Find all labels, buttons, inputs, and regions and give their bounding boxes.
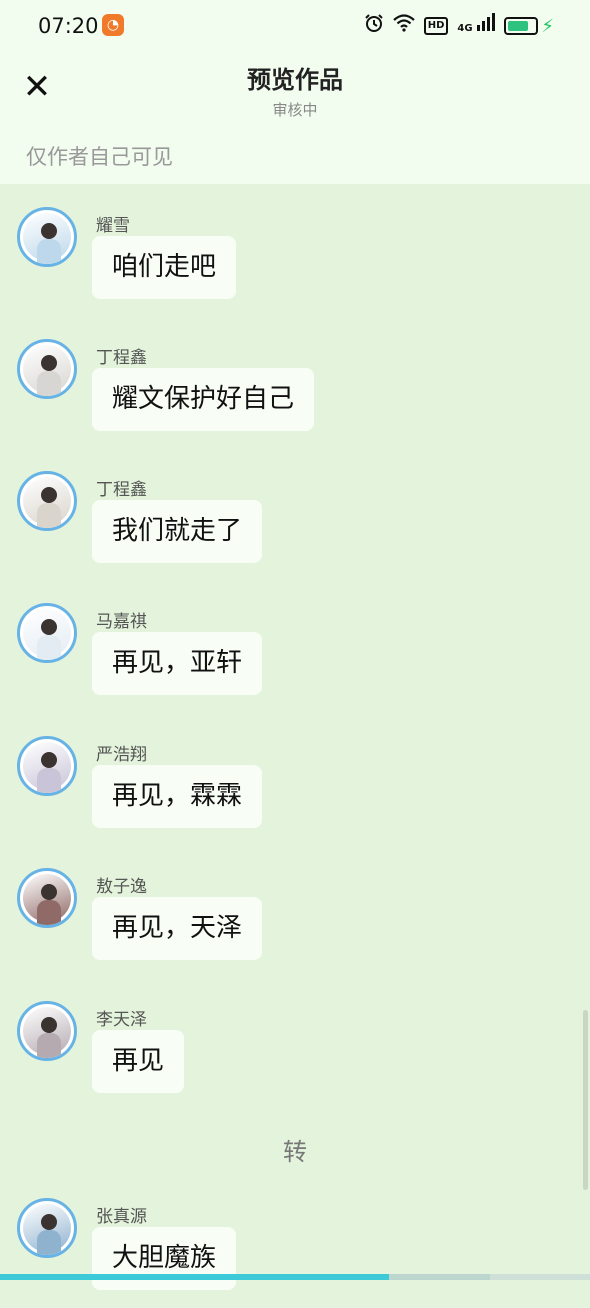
scrollbar[interactable] — [583, 1010, 588, 1190]
avatar[interactable] — [17, 603, 77, 663]
chat-message: 敖子逸 再见，天泽 — [0, 868, 590, 978]
message-bubble[interactable]: 再见，亚轩 — [92, 632, 263, 695]
message-bubble[interactable]: 大胆魔族 — [92, 1227, 237, 1290]
battery-icon — [504, 17, 539, 35]
charging-icon: ⚡ — [541, 15, 554, 37]
sender-name: 敖子逸 — [96, 877, 147, 897]
visibility-notice: 仅作者自己可见 — [26, 145, 173, 169]
avatar[interactable] — [17, 1001, 77, 1061]
sender-name: 严浩翔 — [96, 745, 147, 765]
sender-name: 耀雪 — [96, 216, 130, 236]
message-bubble[interactable]: 再见，天泽 — [92, 897, 263, 960]
chat-message: 张真源 大胆魔族 — [0, 1198, 590, 1308]
chat-message: 丁程鑫 我们就走了 — [0, 471, 590, 581]
sender-name: 马嘉祺 — [96, 612, 147, 632]
reading-progress-bar — [0, 1274, 590, 1280]
sender-name: 张真源 — [96, 1207, 147, 1227]
message-bubble[interactable]: 咱们走吧 — [92, 236, 237, 299]
message-bubble[interactable]: 再见 — [92, 1030, 185, 1093]
chat-message: 耀雪 咱们走吧 — [0, 207, 590, 317]
sender-name: 丁程鑫 — [96, 480, 147, 500]
page-title: 预览作品 — [247, 66, 343, 94]
status-icons: HD 4G ⚡ — [364, 12, 554, 40]
chat-message: 李天泽 再见 — [0, 1001, 590, 1111]
avatar[interactable] — [17, 471, 77, 531]
avatar[interactable] — [17, 868, 77, 928]
hd-icon: HD — [423, 17, 449, 35]
message-bubble[interactable]: 我们就走了 — [92, 500, 263, 563]
sender-name: 丁程鑫 — [96, 348, 147, 368]
avatar[interactable] — [17, 339, 77, 399]
chat-message: 严浩翔 再见，霖霖 — [0, 736, 590, 846]
signal-4g-icon: 4G — [457, 12, 496, 40]
wifi-icon — [392, 14, 415, 38]
app-notification-icon: ◔ — [102, 14, 124, 36]
avatar[interactable] — [17, 736, 77, 796]
status-time: 07:20 — [38, 14, 99, 38]
chat-message: 马嘉祺 再见，亚轩 — [0, 603, 590, 713]
scene-separator: 转 — [283, 1138, 307, 1166]
status-bar: 07:20 ◔ HD 4G ⚡ — [0, 0, 590, 52]
avatar[interactable] — [17, 207, 77, 267]
message-bubble[interactable]: 再见，霖霖 — [92, 765, 263, 828]
sender-name: 李天泽 — [96, 1010, 147, 1030]
chat-message: 丁程鑫 耀文保护好自己 — [0, 339, 590, 449]
avatar[interactable] — [17, 1198, 77, 1258]
alarm-icon — [364, 13, 384, 39]
review-status: 审核中 — [272, 101, 318, 119]
message-bubble[interactable]: 耀文保护好自己 — [92, 368, 315, 431]
